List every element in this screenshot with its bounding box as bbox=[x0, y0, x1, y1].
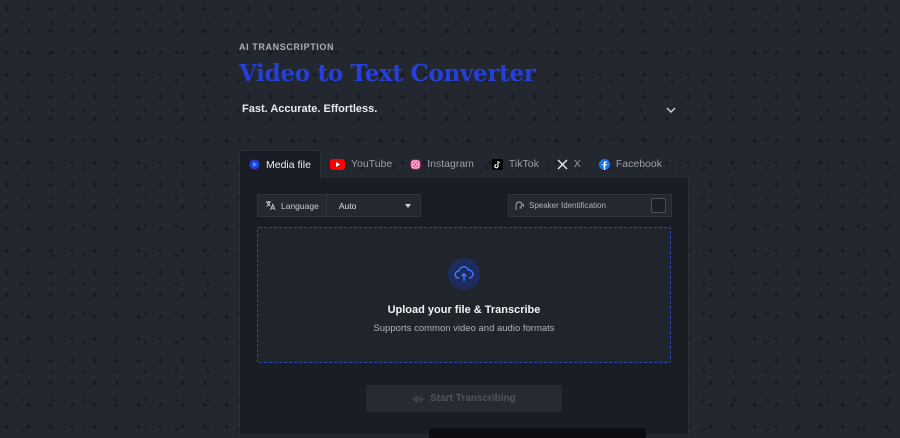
page-subtitle: Fast. Accurate. Effortless. bbox=[242, 103, 378, 115]
toast-notification bbox=[429, 428, 646, 438]
tab-tiktok[interactable]: TikTok bbox=[483, 150, 548, 178]
tab-x[interactable]: X bbox=[548, 150, 590, 178]
caret-down-icon bbox=[405, 203, 411, 208]
tab-label: X bbox=[573, 158, 581, 170]
upload-title: Upload your file & Transcribe bbox=[387, 304, 541, 316]
tab-label: TikTok bbox=[508, 158, 539, 170]
source-tabs: Media file YouTube Instagram TikTok X Fa… bbox=[239, 150, 671, 178]
instagram-icon bbox=[410, 159, 421, 169]
x-icon bbox=[557, 159, 568, 169]
tab-label: YouTube bbox=[350, 158, 393, 170]
speaker-toggle[interactable] bbox=[651, 198, 666, 213]
upload-icon-badge bbox=[448, 258, 480, 290]
speaker-identification: Speaker Identification bbox=[508, 194, 672, 217]
tab-youtube[interactable]: YouTube bbox=[321, 150, 401, 178]
start-button-label: Start Transcribing bbox=[430, 393, 516, 404]
tab-facebook[interactable]: Facebook bbox=[590, 150, 671, 178]
speaker-label: Speaker Identification bbox=[529, 201, 606, 210]
language-value: Auto bbox=[338, 200, 357, 211]
media-file-icon bbox=[249, 159, 260, 170]
start-transcribing-button[interactable]: Start Transcribing bbox=[366, 385, 562, 412]
upload-dropzone[interactable]: Upload your file & Transcribe Supports c… bbox=[257, 227, 671, 363]
speaker-icon bbox=[515, 201, 524, 210]
tab-label: Facebook bbox=[615, 158, 662, 170]
tab-instagram[interactable]: Instagram bbox=[401, 150, 483, 178]
chevron-down-icon bbox=[666, 107, 676, 113]
expand-toggle[interactable] bbox=[665, 103, 677, 115]
language-label: Language bbox=[281, 200, 319, 211]
media-upload-panel: Language Auto Speaker Identification Upl… bbox=[239, 178, 689, 434]
facebook-icon bbox=[598, 158, 610, 170]
upload-subtitle: Supports common video and audio formats bbox=[373, 323, 555, 334]
cloud-upload-icon bbox=[454, 266, 474, 281]
tab-label: Media file bbox=[266, 158, 311, 171]
language-label-group: Language bbox=[258, 195, 327, 216]
eyebrow-label: AI TRANSCRIPTION bbox=[239, 42, 335, 52]
language-select[interactable]: Language Auto bbox=[257, 194, 421, 217]
speaker-label-group: Speaker Identification bbox=[509, 200, 651, 211]
youtube-icon bbox=[329, 158, 345, 170]
waveform-icon bbox=[412, 394, 424, 403]
translate-icon bbox=[266, 201, 276, 211]
tiktok-icon bbox=[491, 158, 503, 170]
tab-label: Instagram bbox=[427, 158, 474, 170]
page-title: Video to Text Converter bbox=[239, 60, 536, 87]
tab-media-file[interactable]: Media file bbox=[239, 150, 321, 178]
